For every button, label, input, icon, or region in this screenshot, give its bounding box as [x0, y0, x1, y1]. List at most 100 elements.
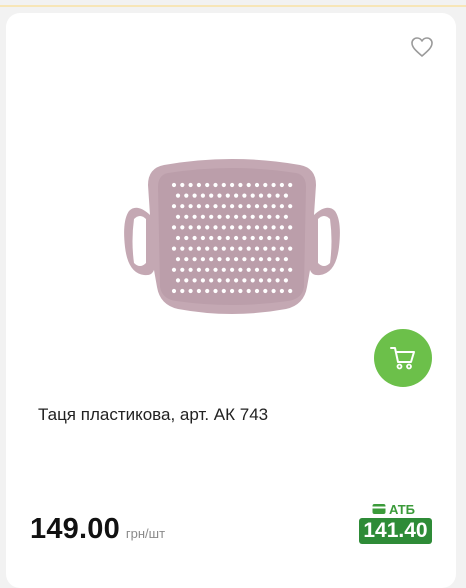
tray-hole: [184, 278, 189, 283]
tray-hole: [230, 246, 235, 251]
promo-price-badge: 141.40: [359, 518, 432, 544]
tray-hole: [238, 288, 243, 294]
tray-hole: [196, 225, 201, 230]
tray-hole: [171, 225, 177, 230]
tray-hole: [184, 214, 189, 219]
tray-hole: [271, 182, 276, 188]
tray-hole: [246, 182, 251, 188]
tray-hole: [258, 278, 264, 283]
tray-hole: [246, 288, 251, 294]
tray-hole: [279, 246, 284, 251]
tray-hole: [263, 204, 268, 209]
tray-hole: [230, 288, 235, 294]
top-accent-line: [0, 5, 466, 7]
tray-hole: [221, 267, 226, 272]
tray-hole: [254, 288, 260, 294]
tray-hole: [209, 214, 214, 219]
tray-hole: [188, 267, 193, 272]
tray-hole: [283, 278, 288, 283]
tray-hole: [246, 225, 251, 230]
tray-hole: [230, 225, 235, 230]
tray-hole: [238, 246, 243, 251]
add-to-cart-button[interactable]: [374, 329, 432, 387]
tray-hole: [283, 235, 288, 241]
tray-hole: [184, 193, 189, 198]
tray-hole: [267, 193, 272, 198]
tray-hole: [271, 246, 276, 251]
tray-hole: [267, 257, 272, 262]
tray-hole: [238, 204, 243, 209]
tray-hole: [250, 235, 255, 241]
tray-hole: [205, 288, 210, 294]
tray-hole: [213, 182, 218, 188]
tray-hole: [242, 193, 247, 198]
tray-hole: [180, 246, 185, 251]
tray-hole: [230, 267, 235, 272]
tray-hole: [196, 288, 201, 294]
tray-hole: [171, 246, 177, 251]
tray-hole: [271, 204, 276, 209]
tray-hole: [175, 214, 181, 219]
tray-hole: [217, 235, 222, 241]
tray-hole: [196, 182, 201, 188]
product-title[interactable]: Таця пластикова, арт. АК 743: [38, 403, 418, 427]
tray-hole: [279, 182, 284, 188]
tray-hole: [205, 267, 210, 272]
tray-hole: [209, 278, 214, 283]
tray-hole: [238, 225, 243, 230]
tray-hole: [238, 182, 243, 188]
tray-hole: [221, 225, 226, 230]
tray-hole: [209, 235, 214, 241]
tray-hole: [213, 267, 218, 272]
tray-hole: [188, 288, 193, 294]
tray-hole: [234, 193, 239, 198]
tray-hole: [200, 278, 205, 283]
tray-hole: [271, 288, 276, 294]
product-image[interactable]: [124, 155, 340, 319]
tray-hole: [263, 225, 268, 230]
shopping-cart-icon[interactable]: [389, 345, 417, 371]
tray-hole: [230, 204, 235, 209]
tray-hole: [175, 257, 181, 262]
tray-hole: [221, 204, 226, 209]
tray-hole: [180, 225, 185, 230]
tray-hole: [275, 235, 280, 241]
product-card[interactable]: Таця пластикова, арт. АК 743 149.00 грн/…: [6, 13, 456, 588]
tray-hole: [205, 246, 210, 251]
tray-hole: [254, 225, 260, 230]
tray-hole: [254, 246, 260, 251]
tray-hole: [275, 278, 280, 283]
tray-hole: [188, 225, 193, 230]
heart-outline-icon[interactable]: [410, 36, 434, 58]
tray-hole: [221, 182, 226, 188]
tray-hole: [275, 214, 280, 219]
tray-hole: [205, 182, 210, 188]
tray-hole: [221, 288, 226, 294]
tray-hole: [246, 204, 251, 209]
tray-hole: [242, 235, 247, 241]
tray-hole: [234, 278, 239, 283]
tray-hole: [175, 235, 181, 241]
tray-hole: [279, 288, 284, 294]
tray-hole: [279, 225, 284, 230]
tray-hole: [234, 257, 239, 262]
tray-hole: [192, 214, 197, 219]
tray-hole: [188, 182, 193, 188]
tray-hole: [188, 246, 193, 251]
tray-hole: [242, 257, 247, 262]
tray-hole: [288, 204, 293, 209]
tray-hole: [209, 193, 214, 198]
tray-hole: [213, 288, 218, 294]
tray-hole: [288, 225, 293, 230]
tray-hole: [192, 257, 197, 262]
tray-hole: [205, 225, 210, 230]
tray-hole: [258, 257, 264, 262]
tray-hole: [213, 246, 218, 251]
favorite-button[interactable]: [410, 36, 434, 58]
tray-hole: [283, 214, 288, 219]
tray-hole: [263, 182, 268, 188]
tray-hole: [217, 278, 222, 283]
tray-hole: [283, 193, 288, 198]
tray-hole: [205, 204, 210, 209]
tray-hole: [188, 204, 193, 209]
